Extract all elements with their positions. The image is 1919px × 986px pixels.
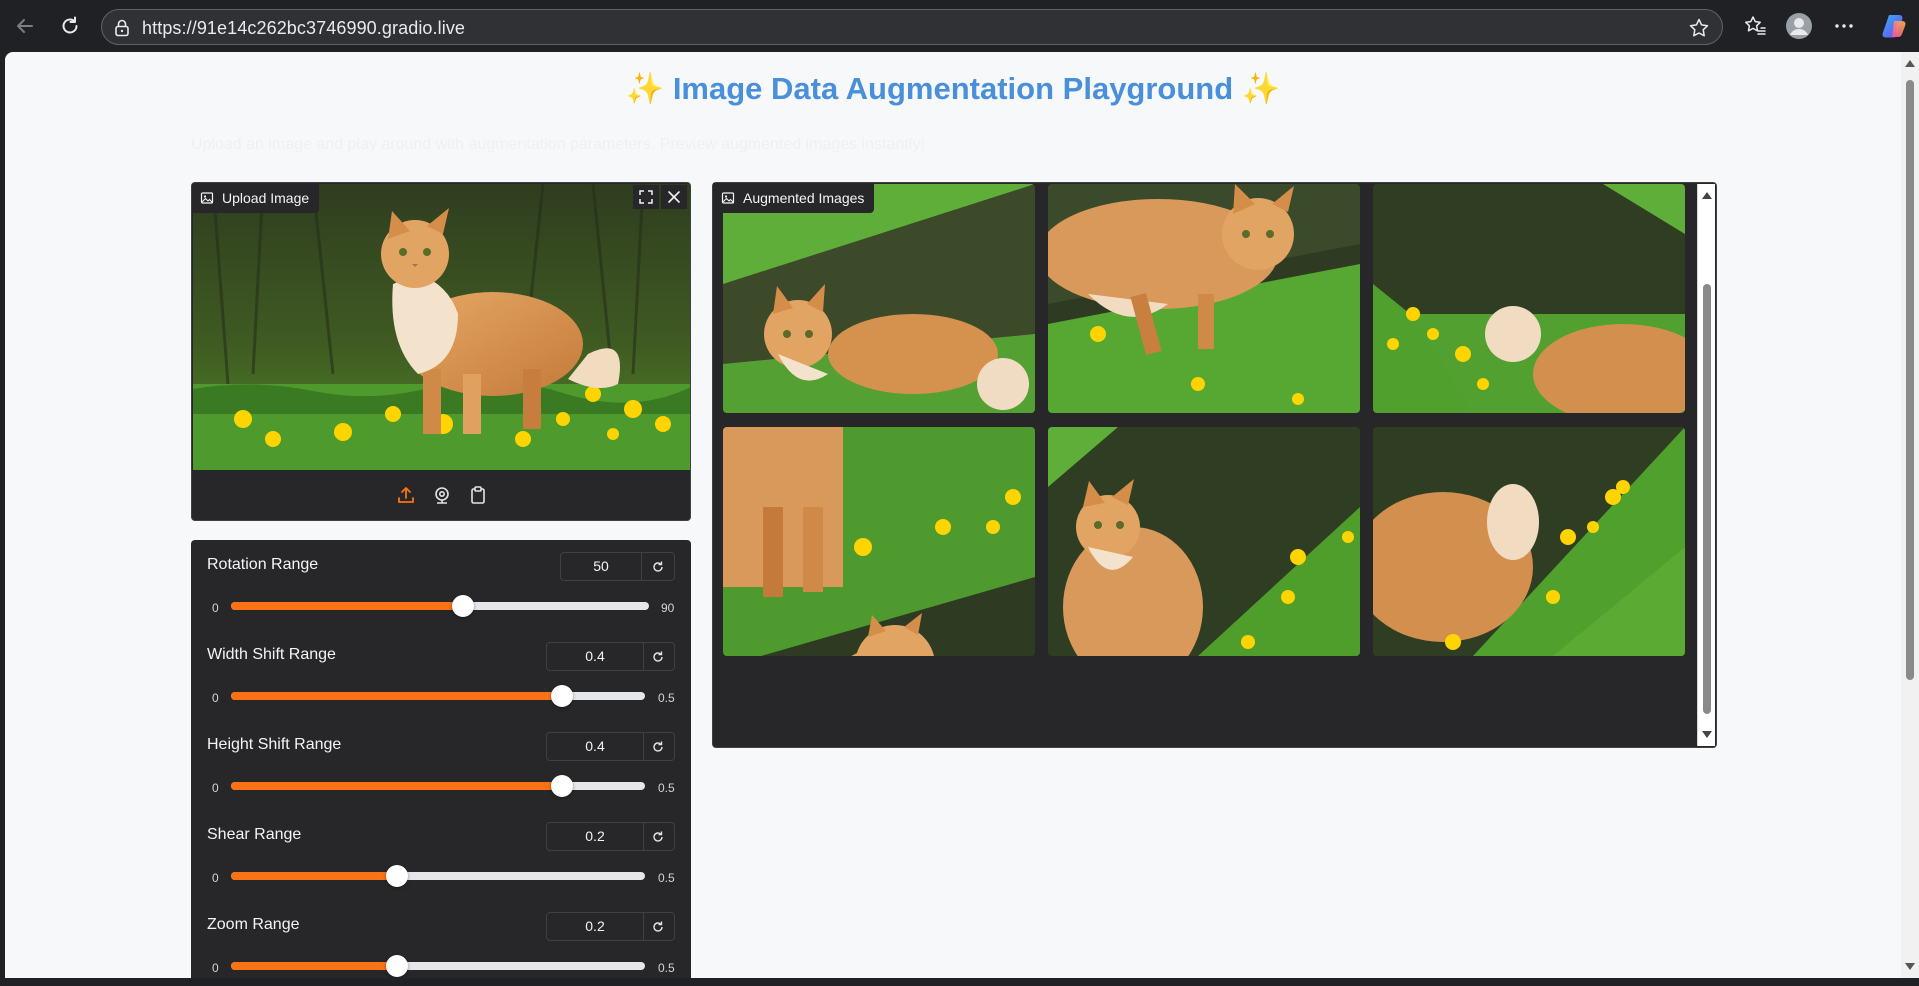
slider-handle[interactable] (452, 595, 475, 617)
slider-max: 0.5 (658, 871, 675, 885)
upload-icon[interactable] (396, 485, 416, 505)
browser-toolbar: https://91e14c262bc3746990.gradio.live (0, 0, 1919, 51)
address-bar[interactable]: https://91e14c262bc3746990.gradio.live (101, 9, 1723, 45)
width-shift-range-control: Width Shift Range 0.4 0 0.5 (191, 630, 691, 720)
fullscreen-button[interactable] (633, 185, 659, 209)
scroll-up-arrow-icon[interactable] (1702, 192, 1712, 199)
window-bottom-edge (0, 978, 1919, 986)
scroll-thumb[interactable] (1906, 80, 1914, 680)
upload-image-label: Upload Image (192, 183, 320, 213)
fullscreen-icon (639, 190, 653, 204)
favorite-star-icon[interactable] (1688, 17, 1710, 39)
page-viewport: ✨ Image Data Augmentation Playground ✨ U… (5, 52, 1919, 978)
page-scrollbar[interactable] (1901, 52, 1919, 978)
shear-range-control: Shear Range 0.2 0 0.5 (191, 810, 691, 900)
back-arrow-icon (17, 19, 33, 33)
slider-min: 0 (212, 871, 219, 885)
image-icon (200, 192, 214, 204)
augmented-image-3[interactable] (1373, 184, 1685, 413)
zoom-range-control: Zoom Range 0.2 0 0.5 (191, 900, 691, 978)
uploaded-cat-image (193, 184, 690, 470)
reset-icon (652, 561, 663, 572)
reset-icon (652, 831, 663, 842)
webcam-icon[interactable] (432, 485, 452, 505)
scroll-down-arrow-icon[interactable] (1702, 731, 1712, 738)
slider-min: 0 (212, 781, 219, 795)
avatar-icon (1786, 13, 1812, 39)
gallery-scrollbar[interactable] (1697, 184, 1715, 746)
reset-button[interactable] (641, 912, 675, 941)
rotation-range-slider[interactable] (231, 595, 649, 617)
settings-more-button[interactable] (1828, 10, 1860, 42)
augmented-image-2[interactable] (1048, 184, 1360, 413)
slider-max: 0.5 (658, 691, 675, 705)
slider-label: Zoom Range (207, 916, 300, 933)
image-icon (721, 192, 735, 204)
augmented-image-4[interactable] (723, 427, 1035, 656)
augmented-image-6[interactable] (1373, 427, 1685, 656)
favorites-button[interactable] (1739, 10, 1771, 42)
slider-label: Shear Range (207, 826, 302, 843)
reset-icon (652, 741, 663, 752)
upload-image-block[interactable]: Upload Image (191, 182, 691, 521)
rotation-range-control: Rotation Range 50 0 90 (191, 540, 691, 630)
slider-handle[interactable] (385, 865, 408, 887)
width-shift-range-slider[interactable] (231, 685, 645, 707)
slider-label: Rotation Range (207, 556, 319, 573)
reload-button[interactable] (54, 10, 86, 42)
sparkles-emoji: ✨ (1241, 71, 1281, 106)
reset-button[interactable] (641, 642, 675, 671)
augmentation-controls-panel: Rotation Range 50 0 90 Width Shift Range… (191, 540, 691, 978)
profile-button[interactable] (1783, 10, 1815, 42)
sparkles-emoji: ✨ (625, 71, 665, 106)
page-title: ✨ Image Data Augmentation Playground ✨ (5, 70, 1901, 107)
back-button[interactable] (9, 10, 41, 42)
zoom-range-input[interactable]: 0.2 (546, 912, 644, 941)
favorites-icon (1745, 16, 1766, 35)
scroll-down-arrow-icon[interactable] (1905, 963, 1915, 970)
augmented-images-gallery: Augmented Images (712, 182, 1717, 748)
reset-button[interactable] (641, 552, 675, 581)
slider-min: 0 (212, 961, 219, 975)
rotation-range-input[interactable]: 50 (560, 552, 642, 581)
image-source-toolbar (192, 470, 690, 520)
slider-min: 0 (212, 691, 219, 705)
slider-max: 0.5 (658, 781, 675, 795)
slider-handle[interactable] (385, 955, 408, 977)
page-subtitle: Upload an image and play around with aug… (191, 136, 925, 153)
close-icon (668, 191, 680, 203)
scroll-thumb[interactable] (1703, 284, 1711, 714)
copilot-icon[interactable] (1880, 12, 1908, 40)
reset-button[interactable] (641, 822, 675, 851)
slider-min: 0 (212, 601, 219, 615)
gallery-grid (723, 184, 1685, 738)
slider-label: Height Shift Range (207, 736, 342, 753)
site-info-icon[interactable] (112, 18, 132, 38)
slider-label: Width Shift Range (207, 646, 336, 663)
reset-button[interactable] (641, 732, 675, 761)
url-text[interactable]: https://91e14c262bc3746990.gradio.live (142, 18, 465, 39)
height-shift-range-slider[interactable] (231, 775, 645, 797)
scroll-up-arrow-icon[interactable] (1905, 60, 1915, 67)
clear-image-button[interactable] (661, 185, 687, 209)
width-shift-range-input[interactable]: 0.4 (546, 642, 644, 671)
height-shift-range-control: Height Shift Range 0.4 0 0.5 (191, 720, 691, 810)
reset-icon (652, 651, 663, 662)
more-dots-icon (1835, 24, 1853, 28)
slider-max: 0.5 (658, 961, 675, 975)
slider-max: 90 (661, 601, 675, 615)
zoom-range-slider[interactable] (231, 955, 645, 977)
augmented-image-5[interactable] (1048, 427, 1360, 656)
reset-icon (652, 921, 663, 932)
slider-handle[interactable] (551, 685, 574, 707)
reload-icon (62, 16, 78, 34)
height-shift-range-input[interactable]: 0.4 (546, 732, 644, 761)
augmented-image-1[interactable] (723, 184, 1035, 413)
clipboard-icon[interactable] (468, 485, 488, 505)
shear-range-input[interactable]: 0.2 (546, 822, 644, 851)
page-title-text: Image Data Augmentation Playground (672, 71, 1234, 106)
slider-handle[interactable] (551, 775, 574, 797)
shear-range-slider[interactable] (231, 865, 645, 887)
augmented-images-label: Augmented Images (713, 183, 875, 213)
